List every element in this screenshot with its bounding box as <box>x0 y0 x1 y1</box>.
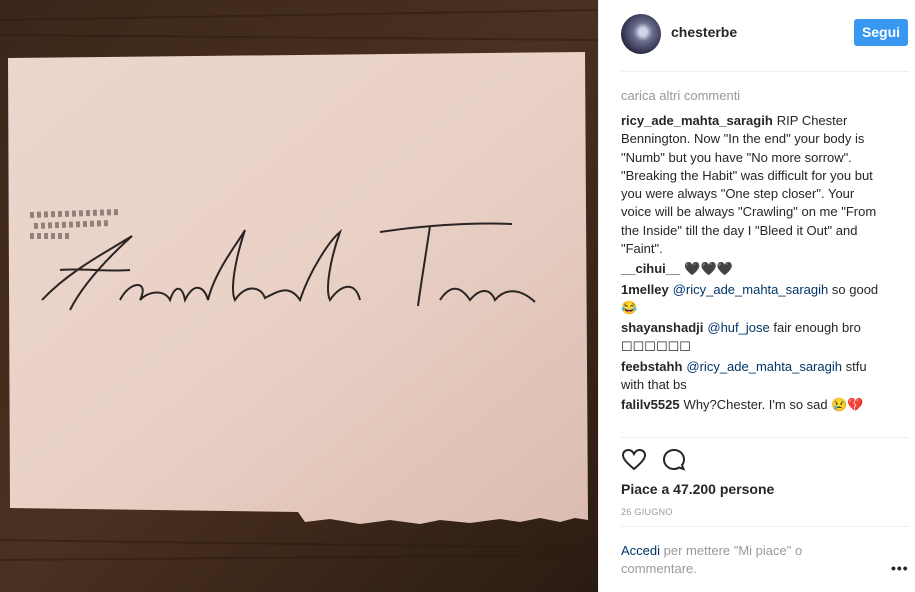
photo-scene <box>0 0 598 592</box>
comments-list: ricy_ade_mahta_saragih RIP Chester Bennin… <box>621 112 886 417</box>
comment-item: __cihui__ 🖤🖤🖤 <box>621 260 886 278</box>
author-username[interactable]: chesterbe <box>671 24 737 40</box>
comment-mention[interactable]: @ricy_ade_mahta_saragih <box>673 282 829 297</box>
avatar[interactable] <box>621 14 661 54</box>
post-photo <box>0 0 598 592</box>
footer-divider <box>621 526 909 527</box>
comments-divider <box>621 437 909 438</box>
heart-icon[interactable] <box>621 447 647 473</box>
header-divider <box>621 71 909 72</box>
comment-username[interactable]: 1melley <box>621 282 669 297</box>
comment-text: RIP Chester Bennington. Now "In the end"… <box>621 113 877 257</box>
comment-icon[interactable] <box>661 447 687 473</box>
comment-mention[interactable]: @ricy_ade_mahta_saragih <box>686 359 842 374</box>
comment-text: Why?Chester. I'm so sad 😢💔 <box>683 397 864 413</box>
comment-item: 1melley @ricy_ade_mahta_saragih so good 😂 <box>621 281 886 318</box>
comment-mention[interactable]: @huf_jose <box>707 320 769 335</box>
post-details-panel: chesterbe Segui carica altri commenti ri… <box>598 0 915 592</box>
login-link[interactable]: Accedi <box>621 543 660 558</box>
comment-username[interactable]: feebstahh <box>621 359 682 374</box>
more-options-icon[interactable]: ••• <box>891 560 909 576</box>
comment-item: falilv5525 Why?Chester. I'm so sad 😢💔 <box>621 396 886 414</box>
likes-count[interactable]: Piace a 47.200 persone <box>621 481 774 497</box>
follow-button[interactable]: Segui <box>854 19 908 46</box>
post-header: chesterbe Segui <box>621 12 909 56</box>
comment-username[interactable]: __cihui__ <box>621 261 680 276</box>
comment-item: ricy_ade_mahta_saragih RIP Chester Bennin… <box>621 112 886 258</box>
comment-item: feebstahh @ricy_ade_mahta_saragih stfu wi… <box>621 358 886 395</box>
comment-username[interactable]: shayanshadji <box>621 320 703 335</box>
comment-text: 🖤🖤🖤 <box>684 261 733 277</box>
post-date: 26 GIUGNO <box>621 507 673 517</box>
load-more-comments-link[interactable]: carica altri commenti <box>621 88 740 103</box>
login-prompt: Accedi per mettere "Mi piace" o commenta… <box>621 542 851 578</box>
comment-username[interactable]: falilv5525 <box>621 397 680 412</box>
comment-username[interactable]: ricy_ade_mahta_saragih <box>621 113 773 128</box>
comment-item: shayanshadji @huf_jose fair enough bro ☐☐… <box>621 319 886 356</box>
